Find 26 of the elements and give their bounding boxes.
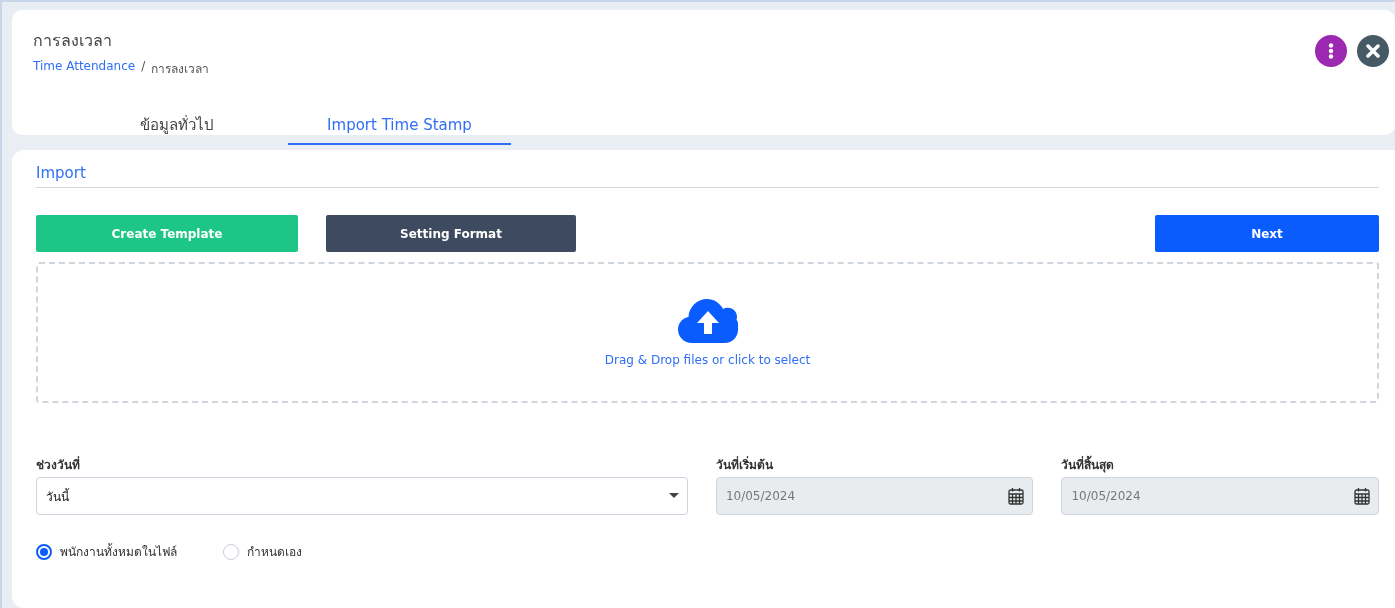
breadcrumb-current: การลงเวลา (151, 61, 210, 78)
calendar-icon (1008, 487, 1025, 505)
caret-icon (668, 493, 679, 499)
field-label: ช่วงวันที่ (36, 455, 81, 474)
cloud-upload-icon (677, 298, 738, 343)
section-title: Import (36, 164, 1379, 188)
breadcrumb-link[interactable]: Time Attendance (33, 59, 136, 78)
tab[interactable]: Import Time Stamp (288, 108, 511, 145)
setting-format-button[interactable]: Setting Format (326, 215, 576, 252)
more-vertical-icon (1328, 43, 1334, 59)
tab[interactable]: ข้อมูลทั่วไป (65, 108, 288, 145)
calendar-icon (1354, 487, 1370, 505)
close-icon (1366, 44, 1380, 58)
radio-option[interactable]: พนักงานทั้งหมดในไฟล์ (36, 542, 177, 561)
date-range-select[interactable]: วันนี้ (36, 477, 688, 515)
dropzone-text: Drag & Drop files or click to select (604, 352, 811, 367)
radio-option[interactable]: กำหนดเอง (223, 542, 302, 561)
next-button[interactable]: Next (1155, 215, 1379, 252)
page-title: การลงเวลา (33, 30, 112, 52)
more-button[interactable] (1315, 35, 1347, 67)
radio-button[interactable] (36, 543, 52, 560)
field-label: วันที่เริ่มต้น (715, 455, 774, 474)
field-label: วันที่สิ้นสุด (1061, 455, 1379, 474)
breadcrumb-separator: / (141, 59, 146, 75)
close-button[interactable] (1357, 35, 1389, 67)
file-dropzone[interactable]: Drag & Drop files or click to select (36, 262, 1379, 403)
